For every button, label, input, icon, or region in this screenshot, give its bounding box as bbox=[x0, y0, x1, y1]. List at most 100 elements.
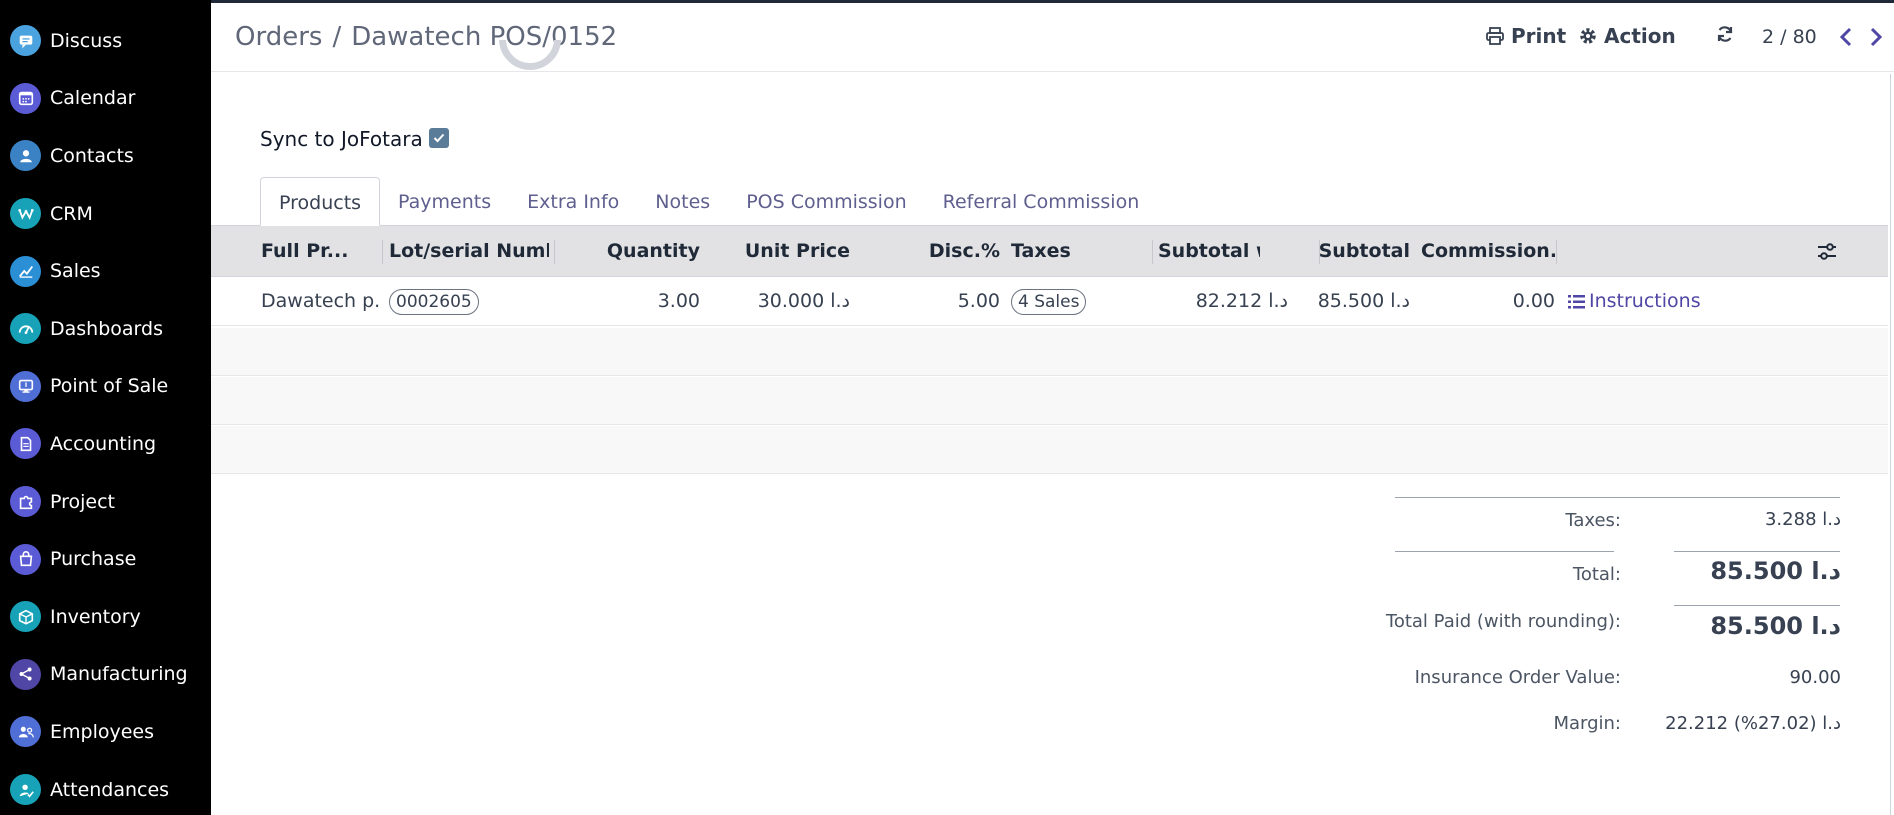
sidebar-item-sales[interactable]: Sales bbox=[0, 242, 211, 300]
sidebar-item-purchase[interactable]: Purchase bbox=[0, 530, 211, 588]
margin-label: Margin: bbox=[1553, 713, 1621, 734]
box-icon bbox=[10, 601, 41, 633]
taxes-value: 3.288 د.ا bbox=[1764, 509, 1841, 530]
column-header-lot[interactable]: Lot/serial Numb... bbox=[389, 226, 549, 277]
table-row-empty bbox=[211, 426, 1888, 474]
cell-subtotal-wo-tax[interactable]: 82.212 د.ا bbox=[1158, 277, 1288, 326]
person-icon bbox=[10, 140, 41, 172]
refresh-icon bbox=[1717, 26, 1733, 42]
margin-value: 22.212 د.ا (27.02%) bbox=[1665, 713, 1841, 734]
cell-subtotal[interactable]: 85.500 د.ا bbox=[1271, 277, 1410, 326]
chat-icon bbox=[10, 25, 41, 57]
sidebar-item-manufacturing[interactable]: Manufacturing bbox=[0, 646, 211, 704]
pager-previous-button[interactable] bbox=[1837, 25, 1855, 51]
document-icon bbox=[10, 428, 41, 460]
order-lines-header: Full Pr... Lot/serial Numb... Quantity U… bbox=[211, 226, 1888, 277]
sidebar-item-label: Accounting bbox=[50, 432, 157, 455]
breadcrumb-parent-link[interactable]: Orders bbox=[235, 22, 322, 52]
cell-discount[interactable]: 5.00 bbox=[861, 277, 1000, 326]
totals-top-divider bbox=[1395, 497, 1840, 498]
list-icon bbox=[1568, 294, 1585, 308]
sidebar-item-inventory[interactable]: Inventory bbox=[0, 588, 211, 646]
column-header-subtotal[interactable]: Subtotal bbox=[1271, 226, 1410, 277]
chevron-right-icon bbox=[1870, 27, 1883, 47]
tab-pos-commission[interactable]: POS Commission bbox=[728, 177, 924, 226]
sidebar-item-label: Manufacturing bbox=[50, 663, 188, 686]
app-sidebar: Discuss Calendar Contacts CRM Sales Dash… bbox=[0, 0, 211, 815]
cell-lot[interactable]: 0002605 bbox=[389, 277, 549, 326]
sidebar-item-calendar[interactable]: Calendar bbox=[0, 70, 211, 128]
column-resize-handle[interactable] bbox=[1556, 240, 1557, 264]
pager-next-button[interactable] bbox=[1867, 25, 1885, 51]
cell-commission[interactable]: 0.00 bbox=[1421, 277, 1555, 326]
pager-value[interactable]: 2 / 80 bbox=[1762, 26, 1817, 48]
sidebar-item-dashboards[interactable]: Dashboards bbox=[0, 300, 211, 358]
print-button[interactable]: Print bbox=[1485, 24, 1566, 48]
nodes-icon bbox=[10, 658, 41, 690]
cell-unit-price[interactable]: 30.000 د.ا bbox=[711, 277, 850, 326]
table-row-empty bbox=[211, 377, 1888, 425]
tab-notes[interactable]: Notes bbox=[637, 177, 728, 226]
sidebar-item-label: Calendar bbox=[50, 87, 136, 110]
sidebar-item-accounting[interactable]: Accounting bbox=[0, 415, 211, 473]
puzzle-icon bbox=[10, 486, 41, 518]
cell-instructions: Instructions bbox=[1567, 277, 1727, 326]
table-row[interactable]: Dawatech p... 0002605 3.00 30.000 د.ا 5.… bbox=[211, 277, 1888, 326]
user-check-icon bbox=[10, 774, 41, 806]
column-header-commission[interactable]: Commission... bbox=[1421, 226, 1555, 277]
column-header-taxes[interactable]: Taxes bbox=[1011, 226, 1111, 277]
gear-icon bbox=[1580, 28, 1596, 44]
control-panel: Orders / Dawatech POS/0152 Print Action 2 … bbox=[211, 3, 1894, 72]
totals-value-divider bbox=[1674, 551, 1840, 552]
refresh-button[interactable] bbox=[1715, 24, 1735, 44]
tab-extra-info[interactable]: Extra Info bbox=[509, 177, 637, 226]
total-value: 85.500 د.ا bbox=[1710, 557, 1841, 585]
column-resize-handle[interactable] bbox=[1152, 240, 1153, 264]
column-header-quantity[interactable]: Quantity bbox=[561, 226, 700, 277]
cell-quantity[interactable]: 3.00 bbox=[561, 277, 700, 326]
instructions-label: Instructions bbox=[1589, 290, 1701, 312]
cell-taxes[interactable]: 4 Sales bbox=[1011, 277, 1131, 326]
sidebar-item-employees[interactable]: Employees bbox=[0, 703, 211, 761]
sidebar-item-contacts[interactable]: Contacts bbox=[0, 127, 211, 185]
tab-payments[interactable]: Payments bbox=[380, 177, 509, 226]
optional-columns-toggle-icon[interactable] bbox=[1816, 241, 1838, 263]
tab-products[interactable]: Products bbox=[260, 177, 381, 226]
sidebar-item-point-of-sale[interactable]: Point of Sale bbox=[0, 358, 211, 416]
breadcrumb-separator: / bbox=[332, 22, 342, 52]
sync-jofotara-label: Sync to JoFotara bbox=[260, 127, 423, 151]
sidebar-item-label: Point of Sale bbox=[50, 375, 169, 398]
table-row-empty bbox=[211, 328, 1888, 376]
sidebar-item-label: Project bbox=[50, 490, 116, 513]
column-header-product[interactable]: Full Pr... bbox=[261, 226, 371, 277]
paid-value-divider bbox=[1674, 605, 1840, 606]
tab-referral-commission[interactable]: Referral Commission bbox=[925, 177, 1158, 226]
users-icon bbox=[10, 716, 41, 748]
column-header-discount[interactable]: Disc.% bbox=[861, 226, 1000, 277]
column-header-subtotal-wo-tax[interactable]: Subtotal w/... bbox=[1158, 226, 1260, 277]
sync-jofotara-checkbox[interactable] bbox=[429, 128, 449, 148]
sidebar-item-label: Employees bbox=[50, 720, 154, 743]
sidebar-item-discuss[interactable]: Discuss bbox=[0, 12, 211, 70]
calendar-icon bbox=[10, 82, 41, 114]
form-sheet-border bbox=[1890, 74, 1891, 815]
action-label: Action bbox=[1604, 24, 1676, 48]
breadcrumb-current: Dawatech POS/0152 bbox=[351, 22, 618, 52]
sidebar-item-attendances[interactable]: Attendances bbox=[0, 761, 211, 815]
cell-product[interactable]: Dawatech p... bbox=[261, 277, 381, 326]
sidebar-item-label: Purchase bbox=[50, 548, 137, 571]
tax-badge: 4 Sales bbox=[1011, 289, 1087, 315]
action-button[interactable]: Action bbox=[1578, 24, 1676, 48]
totals-label-divider bbox=[1395, 551, 1614, 552]
lot-badge: 0002605 bbox=[389, 289, 479, 315]
column-header-unit-price[interactable]: Unit Price bbox=[711, 226, 850, 277]
monitor-icon bbox=[10, 370, 41, 402]
column-resize-handle[interactable] bbox=[554, 240, 555, 264]
column-resize-handle[interactable] bbox=[382, 240, 383, 264]
instructions-button[interactable]: Instructions bbox=[1567, 277, 1727, 326]
sidebar-item-project[interactable]: Project bbox=[0, 473, 211, 531]
insurance-value-label: Insurance Order Value: bbox=[1414, 667, 1621, 688]
sidebar-item-label: Discuss bbox=[50, 29, 123, 52]
sidebar-item-crm[interactable]: CRM bbox=[0, 185, 211, 243]
sidebar-item-label: Sales bbox=[50, 260, 101, 283]
